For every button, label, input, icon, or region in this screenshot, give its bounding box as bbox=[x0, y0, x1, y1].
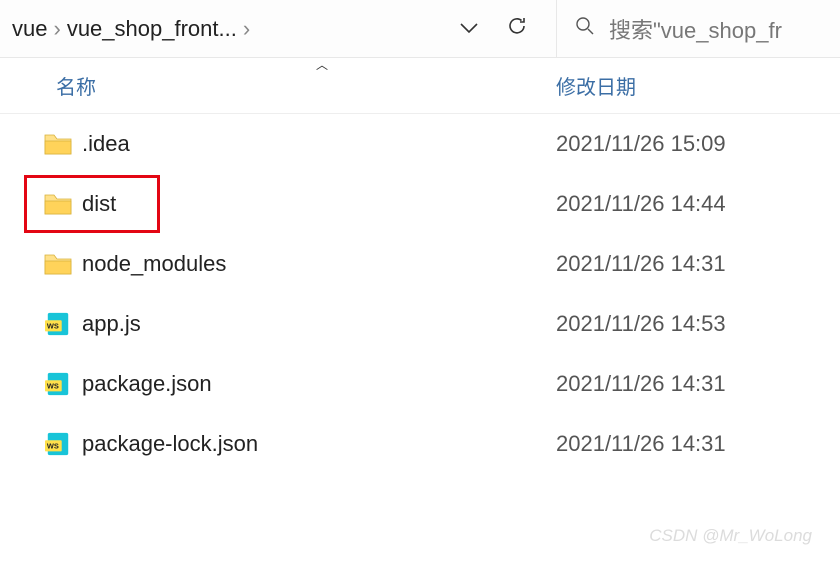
sort-indicator-icon: ︿ bbox=[316, 56, 328, 73]
file-row[interactable]: dist2021/11/26 14:44 bbox=[0, 174, 840, 234]
search-icon bbox=[575, 16, 595, 42]
file-name: app.js bbox=[82, 311, 556, 337]
file-name: package.json bbox=[82, 371, 556, 397]
folder-icon bbox=[0, 131, 82, 157]
file-name: .idea bbox=[82, 131, 556, 157]
file-row[interactable]: WS package.json2021/11/26 14:31 bbox=[0, 354, 840, 414]
file-icon: WS bbox=[0, 311, 82, 337]
file-name: node_modules bbox=[82, 251, 556, 277]
column-header-name[interactable]: 名称 bbox=[0, 71, 556, 100]
file-name: package-lock.json bbox=[82, 431, 556, 457]
file-date: 2021/11/26 15:09 bbox=[556, 131, 726, 157]
dropdown-icon[interactable] bbox=[460, 18, 478, 39]
file-icon: WS bbox=[0, 371, 82, 397]
folder-icon bbox=[0, 191, 82, 217]
file-row[interactable]: WS package-lock.json2021/11/26 14:31 bbox=[0, 414, 840, 474]
svg-text:WS: WS bbox=[47, 322, 59, 331]
breadcrumb-item[interactable]: vue_shop_front... bbox=[67, 16, 237, 42]
column-header-date[interactable]: 修改日期 bbox=[556, 71, 636, 100]
file-row[interactable]: node_modules2021/11/26 14:31 bbox=[0, 234, 840, 294]
search-placeholder: 搜索"vue_shop_fr bbox=[609, 13, 782, 45]
svg-text:WS: WS bbox=[47, 442, 59, 451]
search-input[interactable]: 搜索"vue_shop_fr bbox=[556, 0, 840, 57]
file-date: 2021/11/26 14:44 bbox=[556, 191, 726, 217]
svg-text:WS: WS bbox=[47, 382, 59, 391]
column-headers: ︿ 名称 修改日期 bbox=[0, 58, 840, 114]
file-date: 2021/11/26 14:31 bbox=[556, 431, 726, 457]
file-date: 2021/11/26 14:31 bbox=[556, 371, 726, 397]
file-date: 2021/11/26 14:53 bbox=[556, 311, 726, 337]
chevron-right-icon: › bbox=[53, 16, 60, 42]
address-toolbar: vue › vue_shop_front... › 搜索"vue_shop_fr bbox=[0, 0, 840, 58]
file-list: .idea2021/11/26 15:09dist2021/11/26 14:4… bbox=[0, 114, 840, 474]
nav-buttons bbox=[432, 15, 556, 42]
breadcrumb[interactable]: vue › vue_shop_front... › bbox=[0, 16, 432, 42]
chevron-right-icon: › bbox=[243, 16, 250, 42]
file-name: dist bbox=[82, 191, 556, 217]
watermark: CSDN @Mr_WoLong bbox=[649, 526, 812, 546]
folder-icon bbox=[0, 251, 82, 277]
refresh-icon[interactable] bbox=[506, 15, 528, 42]
file-date: 2021/11/26 14:31 bbox=[556, 251, 726, 277]
file-row[interactable]: WS app.js2021/11/26 14:53 bbox=[0, 294, 840, 354]
file-row[interactable]: .idea2021/11/26 15:09 bbox=[0, 114, 840, 174]
breadcrumb-item[interactable]: vue bbox=[12, 16, 47, 42]
file-icon: WS bbox=[0, 431, 82, 457]
